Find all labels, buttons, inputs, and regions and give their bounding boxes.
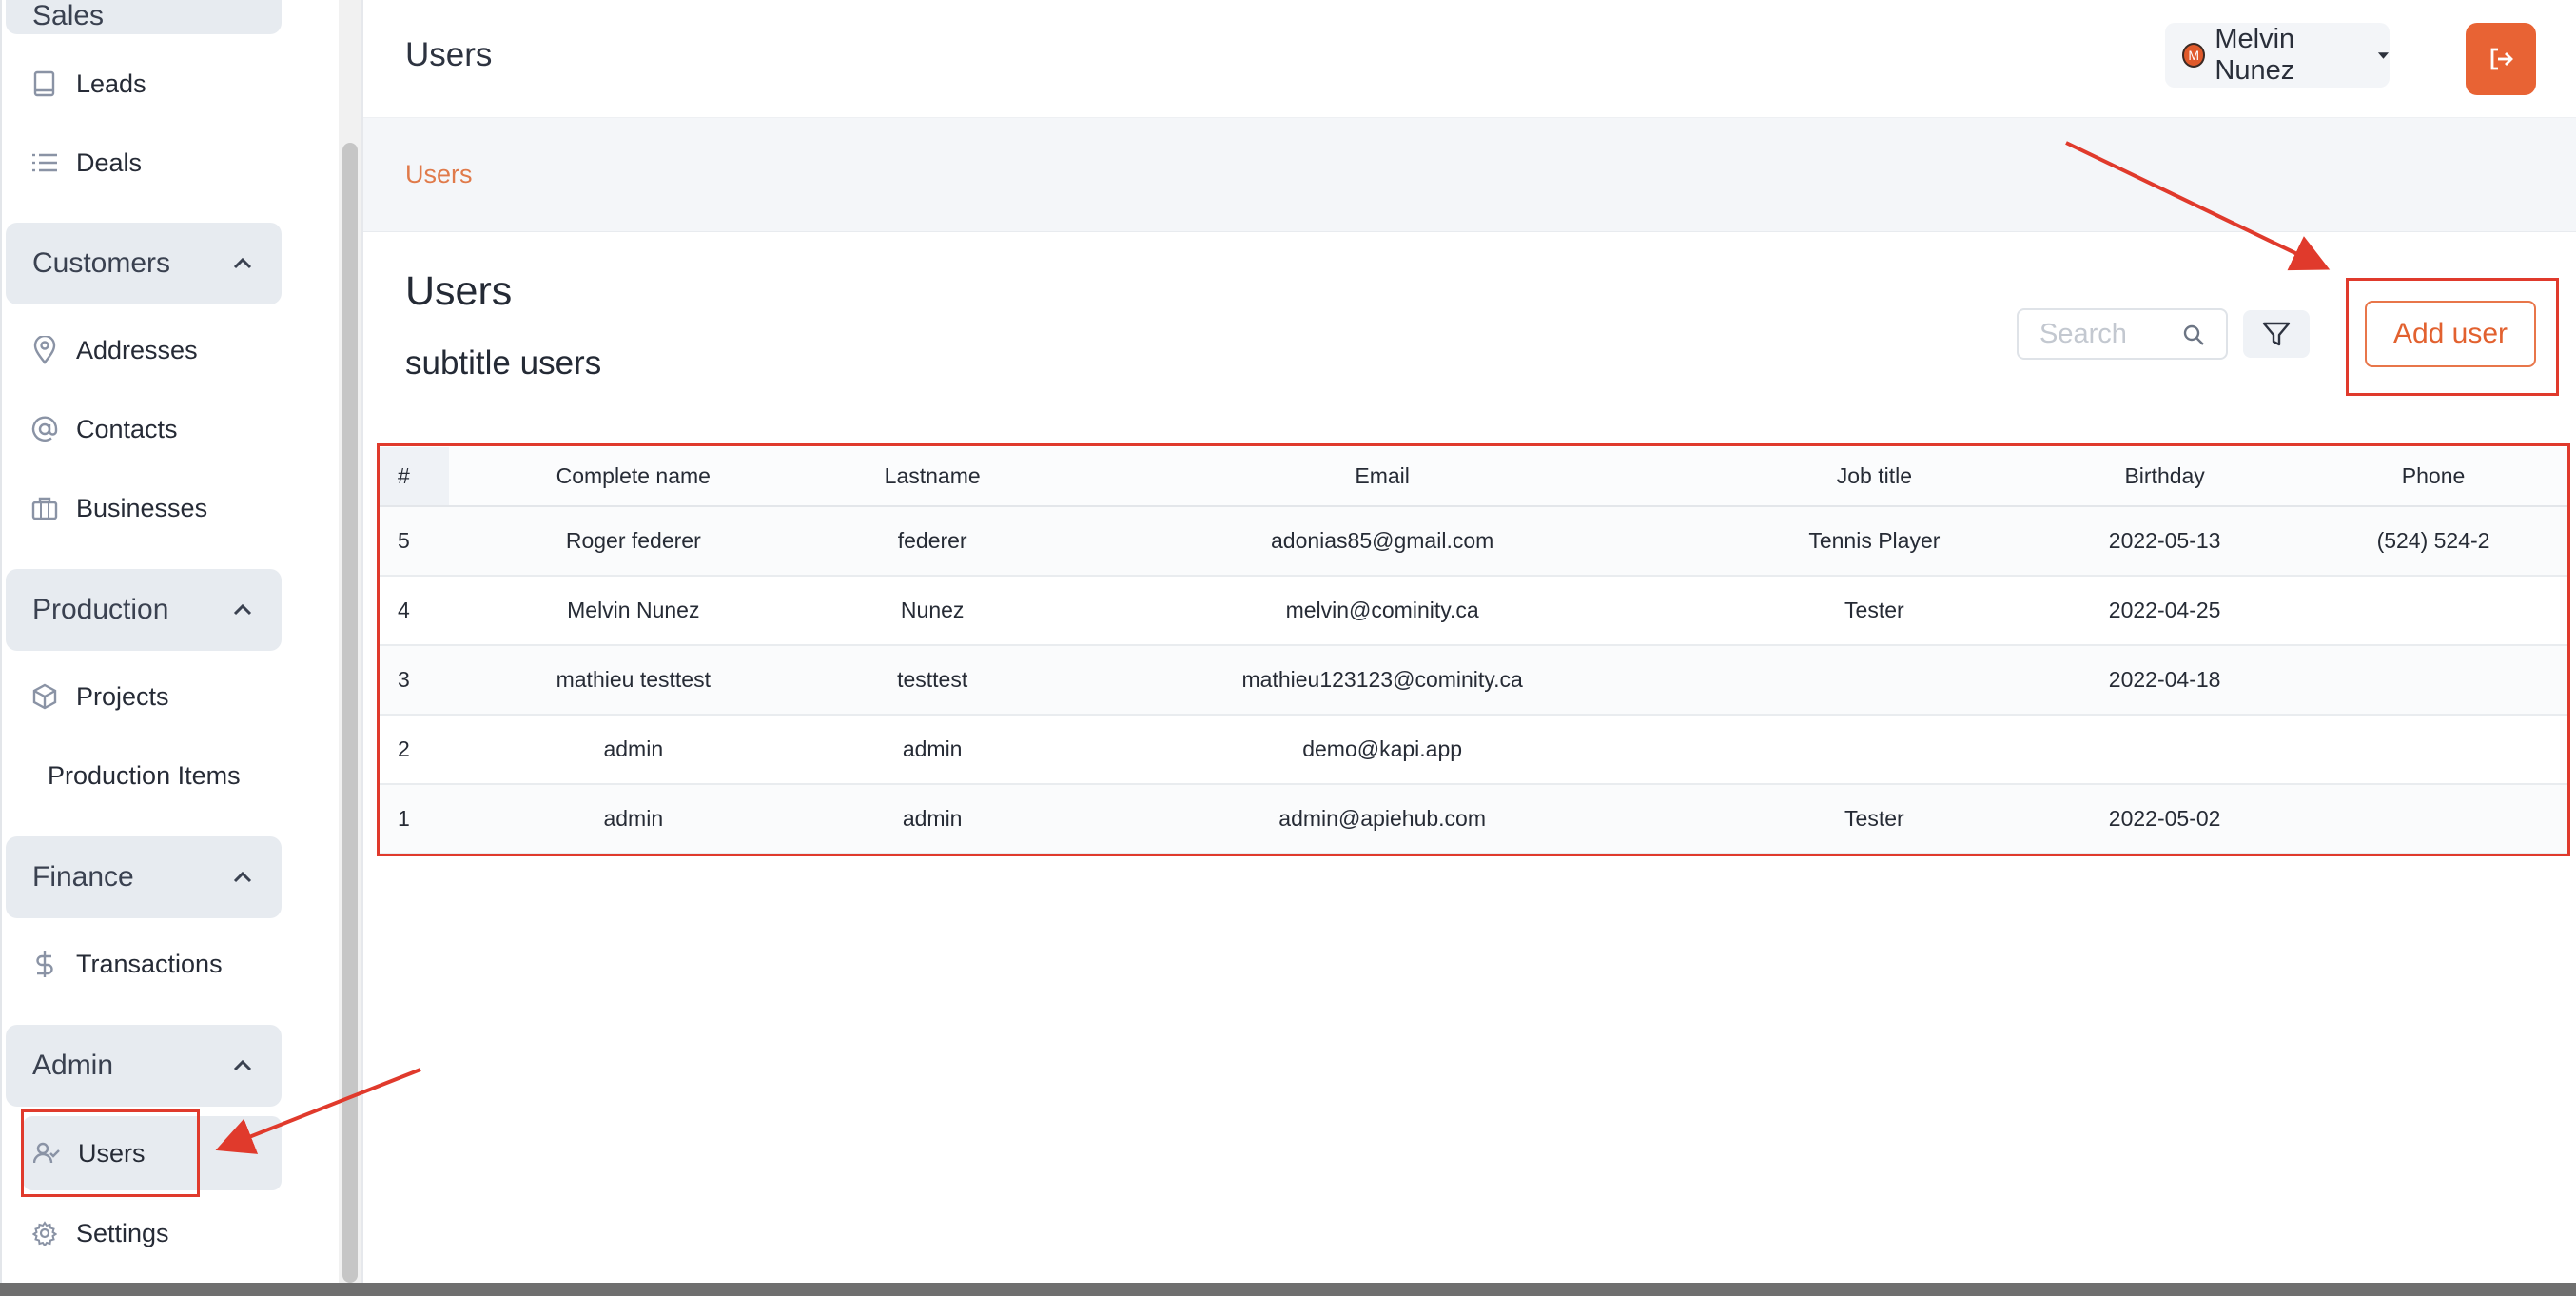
user-name: Melvin Nunez bbox=[2215, 24, 2295, 86]
map-pin-icon bbox=[30, 336, 59, 364]
sidebar-item-deals[interactable]: Deals bbox=[30, 134, 142, 191]
filter-icon bbox=[2262, 322, 2291, 346]
sidebar-group-label: Production bbox=[32, 594, 169, 625]
top-header: Users M Melvin Nunez bbox=[363, 0, 2576, 118]
logout-icon bbox=[2490, 48, 2513, 70]
sidebar-item-label: Deals bbox=[76, 147, 143, 177]
annotation-box-table bbox=[377, 443, 2570, 856]
chevron-up-icon bbox=[233, 603, 252, 616]
sidebar-item-label: Projects bbox=[76, 681, 169, 711]
header-title: Users bbox=[405, 36, 493, 73]
search-box[interactable] bbox=[2017, 308, 2228, 360]
dollar-icon bbox=[30, 950, 59, 978]
sidebar-group-customers[interactable]: Customers bbox=[6, 223, 282, 304]
breadcrumb: Users bbox=[363, 118, 2576, 232]
sidebar-group-sales[interactable]: Sales bbox=[6, 0, 282, 34]
book-icon bbox=[30, 69, 59, 98]
chevron-up-icon bbox=[233, 257, 252, 269]
sidebar-group-production[interactable]: Production bbox=[6, 569, 282, 651]
sidebar-item-label: Settings bbox=[76, 1218, 169, 1247]
sidebar-group-label: Admin bbox=[32, 1050, 114, 1081]
briefcase-icon bbox=[30, 494, 59, 522]
page-title: Users bbox=[405, 268, 513, 314]
logout-button[interactable] bbox=[2466, 23, 2536, 95]
user-menu[interactable]: M Melvin Nunez bbox=[2165, 23, 2390, 88]
caret-down-icon bbox=[2377, 52, 2390, 59]
at-sign-icon bbox=[30, 415, 59, 443]
search-icon bbox=[2183, 324, 2204, 345]
sidebar: Sales Leads Deals Customers Addresses Co… bbox=[0, 0, 339, 1283]
avatar: M bbox=[2182, 43, 2206, 68]
sidebar-item-settings[interactable]: Settings bbox=[30, 1205, 169, 1262]
page-subtitle: subtitle users bbox=[405, 344, 602, 382]
filter-button[interactable] bbox=[2243, 310, 2310, 358]
sidebar-item-label: Businesses bbox=[76, 493, 208, 522]
annotation-box-add-user bbox=[2346, 278, 2559, 396]
sidebar-scrollbar[interactable] bbox=[342, 143, 358, 1283]
chevron-up-icon bbox=[233, 871, 252, 883]
chevron-up-icon bbox=[233, 1059, 252, 1071]
sidebar-item-label: Leads bbox=[76, 69, 146, 98]
sidebar-item-production-items[interactable]: Production Items bbox=[48, 747, 241, 804]
sidebar-item-contacts[interactable]: Contacts bbox=[30, 401, 178, 458]
sidebar-item-label: Production Items bbox=[48, 760, 241, 790]
sidebar-item-businesses[interactable]: Businesses bbox=[30, 480, 207, 537]
sidebar-group-label: Sales bbox=[32, 0, 105, 31]
search-input[interactable] bbox=[2039, 318, 2173, 350]
gear-icon bbox=[30, 1219, 59, 1247]
sidebar-item-label: Transactions bbox=[76, 949, 223, 978]
sidebar-item-label: Addresses bbox=[76, 335, 198, 364]
list-icon bbox=[30, 148, 59, 177]
annotation-box-users-nav bbox=[21, 1109, 200, 1197]
sidebar-item-transactions[interactable]: Transactions bbox=[30, 935, 223, 992]
window-bottom-edge bbox=[0, 1283, 2576, 1296]
sidebar-item-projects[interactable]: Projects bbox=[30, 668, 169, 725]
sidebar-item-leads[interactable]: Leads bbox=[30, 55, 146, 112]
sidebar-item-label: Contacts bbox=[76, 414, 178, 443]
sidebar-group-finance[interactable]: Finance bbox=[6, 836, 282, 918]
sidebar-item-addresses[interactable]: Addresses bbox=[30, 322, 198, 379]
sidebar-group-admin[interactable]: Admin bbox=[6, 1025, 282, 1107]
sidebar-group-label: Customers bbox=[32, 247, 171, 279]
box-icon bbox=[30, 682, 59, 711]
sidebar-group-label: Finance bbox=[32, 861, 134, 893]
breadcrumb-item-users[interactable]: Users bbox=[405, 160, 473, 189]
